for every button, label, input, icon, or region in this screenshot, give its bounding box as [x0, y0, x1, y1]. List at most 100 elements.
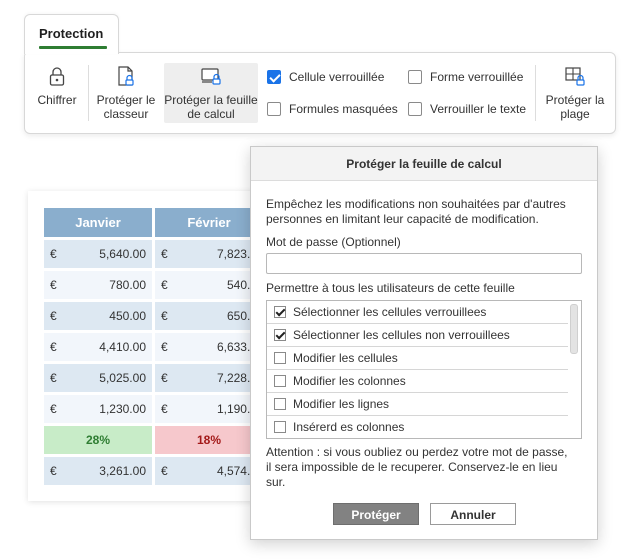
permission-label: Sélectionner les cellules non verrouille…: [293, 328, 510, 342]
warning-line: Attention : si vous oubliez ou perdez vo…: [266, 445, 568, 459]
percent-cell[interactable]: 28%: [44, 426, 152, 454]
permissions-label: Permettre à tous les utilisateurs de cet…: [266, 281, 515, 295]
lock-text-checkbox[interactable]: [408, 102, 422, 116]
total-cell[interactable]: €4,574.0: [155, 457, 263, 485]
lock-icon: [49, 67, 65, 86]
cell-value: 5,640.00: [99, 247, 146, 261]
password-label: Mot de passe (Optionnel): [266, 235, 401, 249]
total-cell[interactable]: €3,261.00: [44, 457, 152, 485]
protect-sheet-button[interactable]: Protéger la feuille de calcul: [164, 63, 258, 123]
currency-symbol: €: [161, 309, 168, 323]
cell-value: 1,230.00: [99, 402, 146, 416]
currency-symbol: €: [50, 247, 57, 261]
protect-button[interactable]: Protéger: [333, 503, 419, 525]
warning-line: sur.: [266, 475, 286, 489]
locked-shape-checkbox[interactable]: [408, 70, 422, 84]
table-cell[interactable]: €650.0: [155, 302, 263, 330]
ribbon-divider: [88, 65, 89, 121]
permission-item[interactable]: Sélectionner les cellules verrouillees: [267, 301, 568, 324]
warning-text: Attention : si vous oubliez ou perdez vo…: [266, 445, 586, 490]
permission-checkbox[interactable]: [274, 421, 286, 433]
permission-checkbox[interactable]: [274, 352, 286, 364]
table-cell[interactable]: €5,640.00: [44, 240, 152, 268]
permissions-list[interactable]: Sélectionner les cellules verrouillees Sé…: [266, 300, 582, 439]
column-header-february[interactable]: Février: [155, 208, 263, 237]
currency-symbol: €: [161, 402, 168, 416]
lock-text-option[interactable]: Verrouiller le texte: [408, 102, 526, 116]
permission-checkbox[interactable]: [274, 375, 286, 387]
cell-value: 450.00: [109, 309, 146, 323]
currency-symbol: €: [161, 340, 168, 354]
spreadsheet: Janvier Février €5,640.00 €7,823.0 €780.00…: [28, 191, 263, 501]
currency-symbol: €: [50, 278, 57, 292]
currency-symbol: €: [161, 278, 168, 292]
currency-symbol: €: [50, 371, 57, 385]
password-input[interactable]: [266, 253, 582, 274]
dialog-title: Protéger la feuille de calcul: [251, 147, 597, 181]
permission-checkbox[interactable]: [274, 306, 286, 318]
cell-value: 4,410.00: [99, 340, 146, 354]
hidden-formulas-checkbox[interactable]: [267, 102, 281, 116]
currency-symbol: €: [50, 340, 57, 354]
encrypt-button[interactable]: Chiffrer: [31, 63, 83, 123]
table-cell[interactable]: €1,230.00: [44, 395, 152, 423]
table-cell[interactable]: €540.0: [155, 271, 263, 299]
currency-symbol: €: [50, 402, 57, 416]
dialog-description-line: personnes en limitant leur capacité de m…: [266, 212, 539, 226]
range-lock-icon: [565, 67, 585, 86]
table-cell[interactable]: €780.00: [44, 271, 152, 299]
tab-active-indicator: [39, 46, 107, 49]
permission-label: Sélectionner les cellules verrouillees: [293, 305, 487, 319]
warning-line: il sera impossible de le recuperer. Cons…: [266, 460, 558, 474]
locked-shape-option[interactable]: Forme verrouillée: [408, 70, 523, 84]
lock-text-label: Verrouiller le texte: [430, 102, 527, 116]
locked-cell-option[interactable]: Cellule verrouillée: [267, 70, 384, 84]
permission-label: Modifier les cellules: [293, 351, 398, 365]
cell-value: 780.00: [109, 278, 146, 292]
dialog-description-line: Empêchez les modifications non souhaitée…: [266, 197, 566, 211]
permission-label: Modifier les lignes: [293, 397, 390, 411]
permissions-scrollbar[interactable]: [570, 304, 578, 354]
column-header-january[interactable]: Janvier: [44, 208, 152, 237]
tab-protection[interactable]: Protection: [24, 14, 119, 54]
protect-workbook-button[interactable]: Protéger le classeur: [95, 63, 157, 123]
table-cell[interactable]: €7,228.0: [155, 364, 263, 392]
permission-checkbox[interactable]: [274, 329, 286, 341]
locked-cell-checkbox[interactable]: [267, 70, 281, 84]
hidden-formulas-label: Formules masquées: [289, 102, 398, 116]
cell-value: 5,025.00: [99, 371, 146, 385]
permission-item[interactable]: Modifier les lignes: [267, 393, 568, 416]
cancel-button[interactable]: Annuler: [430, 503, 516, 525]
table-cell[interactable]: €6,633.0: [155, 333, 263, 361]
permission-label: Modifier les colonnes: [293, 374, 406, 388]
hidden-formulas-option[interactable]: Formules masquées: [267, 102, 398, 116]
table-cell[interactable]: €7,823.0: [155, 240, 263, 268]
permission-label: Insérerd es colonnes: [293, 420, 405, 434]
table-cell[interactable]: €5,025.00: [44, 364, 152, 392]
cell-value: 3,261.00: [99, 464, 146, 478]
permission-item[interactable]: Modifier les colonnes: [267, 370, 568, 393]
locked-cell-label: Cellule verrouillée: [289, 70, 385, 84]
dialog-description: Empêchez les modifications non souhaitée…: [266, 197, 586, 227]
table-cell[interactable]: €4,410.00: [44, 333, 152, 361]
permission-item[interactable]: Modifier les cellules: [267, 347, 568, 370]
protect-sheet-dialog: Protéger la feuille de calcul Empêchez l…: [250, 146, 598, 540]
workbook-lock-icon: [118, 66, 134, 86]
encrypt-label: Chiffrer: [37, 93, 77, 107]
percent-cell[interactable]: 18%: [155, 426, 263, 454]
protect-range-label: Protéger la plage: [545, 93, 605, 121]
currency-symbol: €: [50, 464, 57, 478]
ribbon-panel: Chiffrer Protéger le classeur Protéger l…: [24, 52, 616, 134]
protect-workbook-label: Protéger le classeur: [96, 93, 156, 121]
protect-range-button[interactable]: Protéger la plage: [541, 63, 609, 123]
currency-symbol: €: [161, 464, 168, 478]
permission-item[interactable]: Insérerd es colonnes: [267, 416, 568, 438]
table-cell[interactable]: €450.00: [44, 302, 152, 330]
table-cell[interactable]: €1,190.0: [155, 395, 263, 423]
permission-item[interactable]: Sélectionner les cellules non verrouille…: [267, 324, 568, 347]
currency-symbol: €: [161, 247, 168, 261]
currency-symbol: €: [50, 309, 57, 323]
sheet-lock-icon: [201, 68, 221, 85]
permission-checkbox[interactable]: [274, 398, 286, 410]
ribbon-divider: [535, 65, 536, 121]
